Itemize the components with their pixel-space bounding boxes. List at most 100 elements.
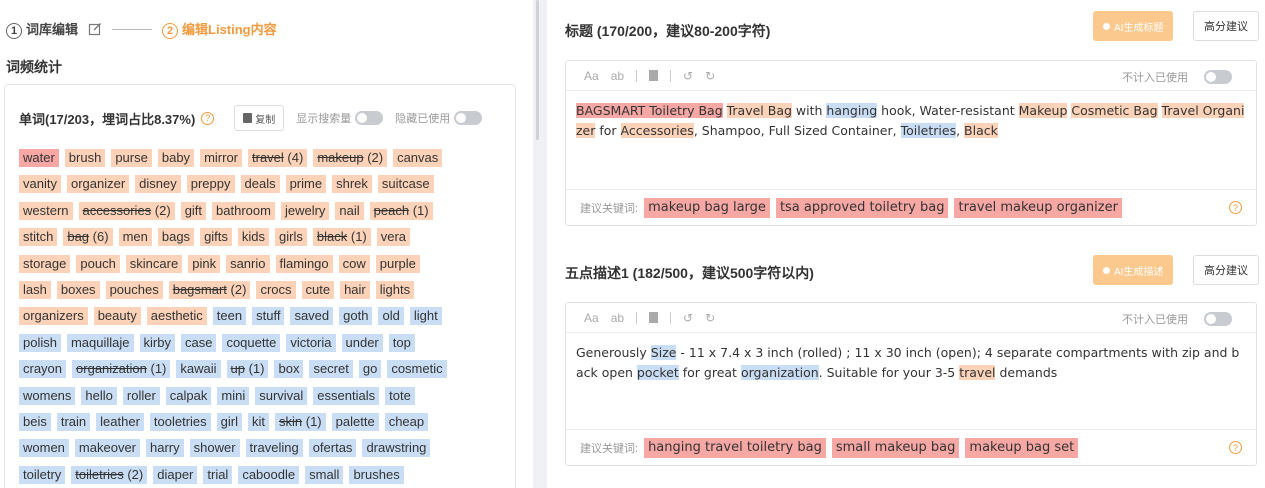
word-tag[interactable]: up (1): [226, 360, 269, 379]
word-tag[interactable]: black (1): [312, 228, 371, 247]
word-tag[interactable]: kirby: [139, 333, 175, 352]
panel-divider[interactable]: [533, 0, 547, 488]
word-tag[interactable]: skin (1): [275, 412, 326, 431]
word-tag[interactable]: prime: [285, 175, 327, 194]
word-tag[interactable]: aesthetic: [146, 307, 207, 326]
word-tag[interactable]: lights: [375, 280, 415, 299]
word-tag[interactable]: women: [19, 439, 69, 458]
hide-used-toggle[interactable]: [454, 111, 483, 125]
question-icon[interactable]: ?: [1229, 201, 1242, 214]
word-tag[interactable]: case: [180, 333, 217, 352]
word-tag[interactable]: organizers: [19, 307, 88, 326]
word-tag[interactable]: saved: [290, 307, 334, 326]
word-tag[interactable]: canvas: [393, 149, 443, 167]
word-tag[interactable]: womens: [19, 386, 76, 405]
word-tag[interactable]: boxes: [56, 280, 100, 299]
suggested-keyword[interactable]: tsa approved toiletry bag: [775, 197, 949, 218]
word-tag[interactable]: kids: [237, 228, 270, 247]
word-tag[interactable]: mini: [217, 386, 250, 405]
not-counted-toggle[interactable]: [1204, 312, 1232, 326]
word-tag[interactable]: organizer: [66, 175, 130, 194]
word-tag[interactable]: disney: [135, 175, 181, 194]
word-tag[interactable]: bathroom: [212, 201, 275, 220]
word-tag[interactable]: survival: [255, 386, 308, 405]
word-tag[interactable]: western: [19, 201, 73, 220]
redo-icon[interactable]: ↻: [705, 311, 715, 325]
word-tag[interactable]: goth: [339, 307, 373, 326]
word-tag[interactable]: bagsmart (2): [168, 280, 251, 299]
word-tag[interactable]: toiletries (2): [71, 465, 148, 484]
title-text-area[interactable]: BAGSMART Toiletry Bag Travel Bag with ha…: [566, 91, 1256, 140]
word-tag[interactable]: tote: [385, 386, 415, 405]
word-tag[interactable]: traveling: [245, 439, 303, 458]
word-tag[interactable]: preppy: [186, 175, 235, 194]
word-tag[interactable]: purple: [375, 254, 420, 273]
word-tag[interactable]: gifts: [200, 228, 232, 247]
word-tag[interactable]: mirror: [200, 149, 242, 167]
word-tag[interactable]: beis: [19, 412, 51, 431]
word-tag[interactable]: pouch: [76, 254, 120, 273]
word-tag[interactable]: go: [358, 360, 382, 379]
word-tag[interactable]: pouches: [105, 280, 163, 299]
word-tag[interactable]: maquillaje: [66, 333, 134, 352]
word-tag[interactable]: calpak: [165, 386, 212, 405]
word-tag[interactable]: storage: [19, 254, 71, 273]
word-tag[interactable]: brushes: [349, 465, 404, 484]
word-tag[interactable]: vanity: [19, 175, 61, 194]
word-tag[interactable]: gift: [180, 201, 207, 220]
word-tag[interactable]: sanrio: [226, 254, 270, 273]
step-2[interactable]: 2 编辑Listing内容: [162, 19, 277, 39]
word-tag[interactable]: caboodle: [238, 465, 300, 484]
suggested-keyword[interactable]: makeup bag large: [644, 197, 770, 218]
word-tag[interactable]: brush: [64, 149, 106, 167]
word-tag[interactable]: men: [118, 228, 152, 247]
word-tag[interactable]: victoria: [286, 333, 336, 352]
clipboard-icon[interactable]: [649, 312, 659, 323]
word-tag[interactable]: drawstring: [362, 439, 431, 458]
not-counted-toggle[interactable]: [1204, 70, 1232, 84]
word-tag[interactable]: coquette: [222, 333, 281, 352]
word-tag[interactable]: organization (1): [72, 360, 171, 379]
word-tag[interactable]: small: [305, 465, 344, 484]
word-tag[interactable]: accessories (2): [78, 201, 175, 220]
ai-generate-title-button[interactable]: AI生成标题: [1093, 11, 1174, 41]
word-tag[interactable]: makeup (2): [313, 149, 388, 167]
bullet-score-button[interactable]: 高分建议: [1193, 255, 1259, 285]
word-tag[interactable]: flamingo: [275, 254, 333, 273]
word-tag[interactable]: baby: [157, 149, 195, 167]
word-tag[interactable]: essentials: [313, 386, 380, 405]
suggested-keyword[interactable]: makeup bag set: [965, 437, 1079, 458]
word-tag[interactable]: purse: [111, 149, 152, 167]
word-tag[interactable]: pink: [188, 254, 221, 273]
undo-icon[interactable]: ↺: [683, 69, 693, 83]
suggested-keyword[interactable]: small makeup bag: [831, 437, 960, 458]
word-tag[interactable]: secret: [309, 360, 353, 379]
word-tag[interactable]: diaper: [153, 465, 198, 484]
word-tag[interactable]: under: [341, 333, 383, 352]
word-tag[interactable]: deals: [240, 175, 280, 194]
word-tag[interactable]: suitcase: [377, 175, 434, 194]
show-volume-toggle[interactable]: [355, 111, 384, 125]
lowercase-button[interactable]: ab: [611, 69, 624, 83]
word-tag[interactable]: trial: [203, 465, 233, 484]
word-tag[interactable]: stuff: [252, 307, 285, 326]
word-tag[interactable]: girls: [275, 228, 307, 247]
ai-generate-bullet-button[interactable]: AI生成描述: [1093, 255, 1174, 285]
word-tag[interactable]: cheap: [384, 412, 429, 431]
word-tag[interactable]: palette: [331, 412, 379, 431]
undo-icon[interactable]: ↺: [683, 311, 693, 325]
clipboard-icon[interactable]: [649, 70, 659, 81]
word-tag[interactable]: hair: [340, 280, 370, 299]
word-tag[interactable]: jewelry: [280, 201, 330, 220]
word-tag[interactable]: skincare: [125, 254, 183, 273]
word-tag[interactable]: bags: [157, 228, 195, 247]
word-tag[interactable]: beauty: [93, 307, 141, 326]
word-tag[interactable]: cute: [301, 280, 335, 299]
bullet-text-area[interactable]: Generously Size - 11 x 7.4 x 3 inch (rol…: [566, 333, 1256, 382]
word-tag[interactable]: kawaii: [176, 360, 221, 379]
question-icon[interactable]: ?: [201, 111, 215, 125]
word-tag[interactable]: crocs: [256, 280, 296, 299]
word-tag[interactable]: cosmetic: [387, 360, 447, 379]
word-tag[interactable]: box: [274, 360, 304, 379]
word-tag[interactable]: makeover: [74, 439, 140, 458]
